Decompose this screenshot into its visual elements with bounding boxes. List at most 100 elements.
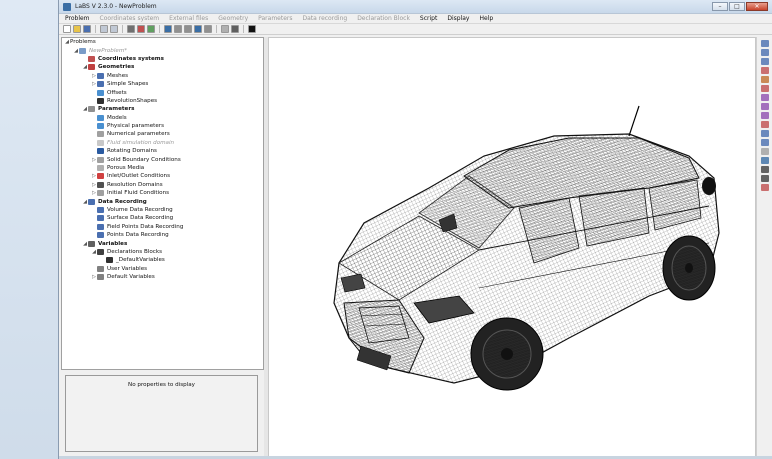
- tree-item[interactable]: ▷ Default Variables: [62, 273, 263, 281]
- view-side-icon[interactable]: [760, 103, 769, 110]
- menu-declaration-block[interactable]: Declaration Block: [357, 15, 410, 22]
- tree-item[interactable]: ◢ Declarations Blocks: [62, 248, 263, 256]
- tree-item-label: Meshes: [107, 72, 129, 79]
- tree-item-label: Offsets: [107, 89, 127, 96]
- grid-icon[interactable]: [174, 25, 182, 33]
- tree-item-label: Rotating Domains: [107, 148, 157, 155]
- maximize-button[interactable]: □: [729, 2, 745, 11]
- tree-item[interactable]: _DefaultVariables: [62, 256, 263, 264]
- settings-icon[interactable]: [760, 148, 769, 155]
- tree-item[interactable]: Numerical parameters: [62, 130, 263, 138]
- open-folder-icon[interactable]: [73, 25, 81, 33]
- cube-icon[interactable]: [221, 25, 229, 33]
- tree-item[interactable]: ◢ Data Recording: [62, 197, 263, 205]
- tree-item-label: Data Recording: [98, 198, 147, 205]
- block-icon[interactable]: [204, 25, 212, 33]
- tree-item[interactable]: ▷ Simple Shapes: [62, 80, 263, 88]
- tree-item[interactable]: Porous Media: [62, 164, 263, 172]
- arrow-icon[interactable]: [194, 25, 202, 33]
- tree-item[interactable]: ▷ Initial Fluid Conditions: [62, 189, 263, 197]
- tree-item[interactable]: ◢ Variables: [62, 239, 263, 247]
- tree-item-label: NewProblem*: [89, 47, 128, 54]
- tree-node-icon: [97, 81, 104, 88]
- square-icon[interactable]: [760, 175, 769, 182]
- menu-display[interactable]: Display: [447, 15, 469, 22]
- problem-tree[interactable]: ◢ Problems ◢ NewProblem* Coordinates systems…: [61, 37, 264, 370]
- menu-problem[interactable]: Problem: [65, 15, 90, 22]
- tree-item-label: Volume Data Recording: [107, 207, 173, 213]
- monitor-icon[interactable]: [760, 166, 769, 173]
- tree-item[interactable]: Models: [62, 114, 263, 122]
- paste-icon[interactable]: [110, 25, 118, 33]
- palette-icon[interactable]: [760, 157, 769, 164]
- tree-item[interactable]: ◢ Geometries: [62, 63, 263, 71]
- tree-item-label: Surface Data Recording: [107, 215, 174, 222]
- tree-node-icon: [97, 173, 104, 180]
- save-icon[interactable]: [83, 25, 91, 33]
- new-file-icon[interactable]: [63, 25, 71, 33]
- tree-item[interactable]: Points Data Recording: [62, 231, 263, 239]
- tree-node-icon: [97, 123, 104, 130]
- view-front-icon[interactable]: [760, 94, 769, 101]
- minimize-button[interactable]: –: [712, 2, 728, 11]
- axis-x-icon[interactable]: [760, 67, 769, 74]
- tree-item-label: Inlet/Outlet Conditions: [107, 173, 170, 180]
- tree-item[interactable]: ▷ Inlet/Outlet Conditions: [62, 172, 263, 180]
- tree-item[interactable]: User Variables: [62, 265, 263, 273]
- menu-coordinates-system[interactable]: Coordinates system: [100, 15, 160, 22]
- axis-y-icon[interactable]: [760, 76, 769, 83]
- axis-z-icon[interactable]: [760, 85, 769, 92]
- zoom-out-icon[interactable]: [760, 49, 769, 56]
- tree-item[interactable]: Coordinates systems: [62, 55, 263, 63]
- desktop-background: [0, 0, 58, 459]
- tree-node-icon: [97, 232, 104, 239]
- 3d-viewport[interactable]: [268, 37, 756, 457]
- image-icon[interactable]: [231, 25, 239, 33]
- target-icon[interactable]: [760, 184, 769, 191]
- tree-node-icon: [97, 248, 104, 255]
- tree-item[interactable]: Physical parameters: [62, 122, 263, 130]
- tree-item[interactable]: Volume Data Recording: [62, 206, 263, 214]
- tree-item-label: Numerical parameters: [107, 131, 170, 138]
- filter-icon[interactable]: [164, 25, 172, 33]
- menu-geometry[interactable]: Geometry: [218, 15, 248, 22]
- cut-icon[interactable]: [127, 25, 135, 33]
- axis-icon[interactable]: [137, 25, 145, 33]
- zoom-in-icon[interactable]: [760, 40, 769, 47]
- run-icon[interactable]: [248, 25, 256, 33]
- view-top-icon[interactable]: [760, 112, 769, 119]
- tree-item[interactable]: RevolutionShapes: [62, 97, 263, 105]
- menu-parameters[interactable]: Parameters: [258, 15, 292, 22]
- app-icon: [63, 2, 71, 11]
- tree-item[interactable]: ◢ Problems: [62, 38, 263, 46]
- table-icon[interactable]: [184, 25, 192, 33]
- mesh-icon[interactable]: [147, 25, 155, 33]
- shading-icon[interactable]: [760, 121, 769, 128]
- tree-node-icon: [88, 64, 95, 71]
- tree-item[interactable]: ◢ Parameters: [62, 105, 263, 113]
- tree-item[interactable]: ◢ NewProblem*: [62, 46, 263, 54]
- light-icon[interactable]: [760, 130, 769, 137]
- menu-script[interactable]: Script: [420, 15, 437, 22]
- camera-icon[interactable]: [760, 139, 769, 146]
- tree-item[interactable]: ▷ Resolution Domains: [62, 181, 263, 189]
- tree-item-label: Simple Shapes: [107, 81, 149, 88]
- tree-node-icon: [97, 274, 104, 281]
- zoom-fit-icon[interactable]: [760, 58, 769, 65]
- tree-item[interactable]: ▷ Meshes: [62, 72, 263, 80]
- tree-item[interactable]: Offsets: [62, 88, 263, 96]
- tree-item[interactable]: Surface Data Recording: [62, 214, 263, 222]
- tree-node-icon: [79, 47, 86, 54]
- menu-external-files[interactable]: External files: [169, 15, 208, 22]
- tree-item[interactable]: Field Points Data Recording: [62, 223, 263, 231]
- menu-bar: Problem Coordinates system External files G…: [59, 14, 772, 24]
- copy-icon[interactable]: [100, 25, 108, 33]
- tree-node-icon: [97, 156, 104, 163]
- car-wireframe-model: [333, 105, 720, 391]
- close-button[interactable]: ✕: [746, 2, 768, 11]
- tree-item[interactable]: Rotating Domains: [62, 147, 263, 155]
- menu-data-recording[interactable]: Data recording: [303, 15, 348, 22]
- tree-item[interactable]: ▷ Solid Boundary Conditions: [62, 155, 263, 163]
- tree-item[interactable]: Fluid simulation domain: [62, 139, 263, 147]
- menu-help[interactable]: Help: [479, 15, 493, 22]
